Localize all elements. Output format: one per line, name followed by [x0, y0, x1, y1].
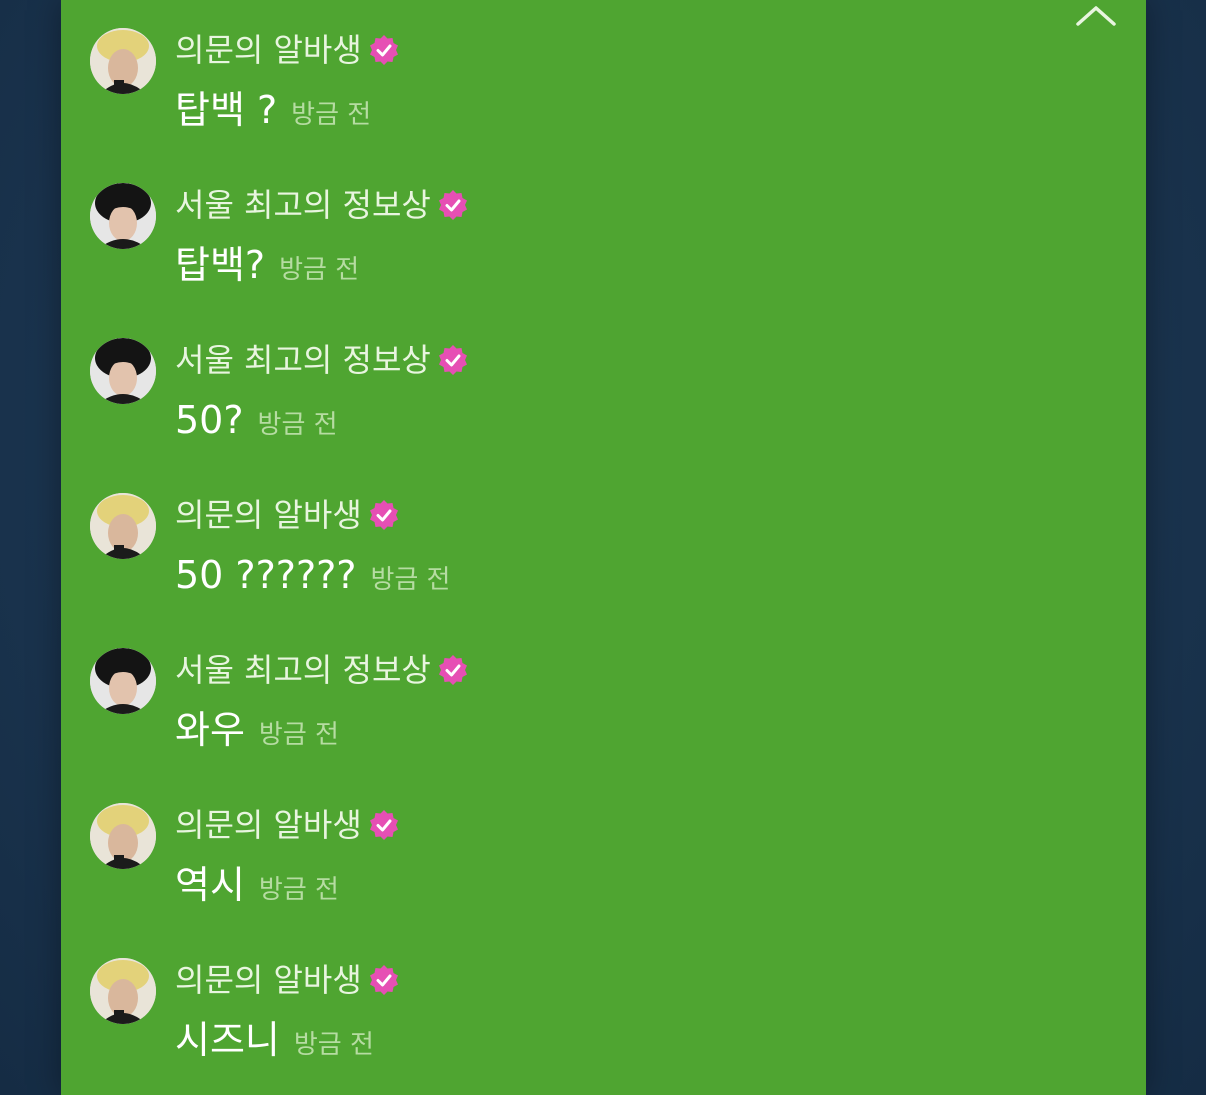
chat-message: 서울 최고의 정보상 50? 방금 전	[90, 338, 1090, 458]
verified-badge-icon	[369, 500, 398, 530]
message-text: 와우	[175, 708, 245, 752]
message-time: 방금 전	[291, 100, 372, 130]
author-name: 의문의 알바생	[175, 961, 362, 999]
message-time: 방금 전	[258, 875, 339, 905]
verified-badge-icon	[438, 655, 467, 685]
author-name: 서울 최고의 정보상	[175, 341, 431, 379]
message-text: 시즈니	[175, 1018, 280, 1062]
avatar[interactable]	[90, 493, 156, 559]
avatar[interactable]	[90, 803, 156, 869]
message-text: 역시	[175, 863, 245, 907]
author-name: 의문의 알바생	[175, 496, 362, 534]
chat-message: 서울 최고의 정보상 탑백? 방금 전	[90, 183, 1090, 303]
collapse-button[interactable]	[1074, 2, 1118, 30]
message-time: 방금 전	[258, 720, 339, 750]
chat-message: 의문의 알바생 시즈니 방금 전	[90, 958, 1090, 1078]
message-text: 탑백?	[175, 243, 266, 287]
avatar[interactable]	[90, 648, 156, 714]
chat-message: 서울 최고의 정보상 와우 방금 전	[90, 648, 1090, 768]
verified-badge-icon	[438, 190, 467, 220]
message-text: 50?	[175, 398, 244, 442]
chat-message: 의문의 알바생 50 ?????? 방금 전	[90, 493, 1090, 613]
message-time: 방금 전	[293, 1030, 374, 1060]
chat-message: 의문의 알바생 역시 방금 전	[90, 803, 1090, 923]
verified-badge-icon	[369, 965, 398, 995]
message-time: 방금 전	[370, 565, 451, 595]
verified-badge-icon	[369, 35, 398, 65]
chat-message: 의문의 알바생 탑백 ? 방금 전	[90, 28, 1090, 148]
message-text: 50 ??????	[175, 553, 357, 597]
message-time: 방금 전	[279, 255, 360, 285]
chat-panel: 의문의 알바생 탑백 ? 방금 전 서울 최고의 정보상 탑백? 방금 전 서울…	[61, 0, 1146, 1095]
author-name: 서울 최고의 정보상	[175, 651, 431, 689]
author-name: 의문의 알바생	[175, 31, 362, 69]
avatar[interactable]	[90, 958, 156, 1024]
chevron-up-icon	[1076, 6, 1116, 26]
message-time: 방금 전	[257, 410, 338, 440]
avatar[interactable]	[90, 183, 156, 249]
avatar[interactable]	[90, 338, 156, 404]
verified-badge-icon	[438, 345, 467, 375]
verified-badge-icon	[369, 810, 398, 840]
avatar[interactable]	[90, 28, 156, 94]
message-text: 탑백 ?	[175, 88, 278, 132]
author-name: 의문의 알바생	[175, 806, 362, 844]
author-name: 서울 최고의 정보상	[175, 186, 431, 224]
